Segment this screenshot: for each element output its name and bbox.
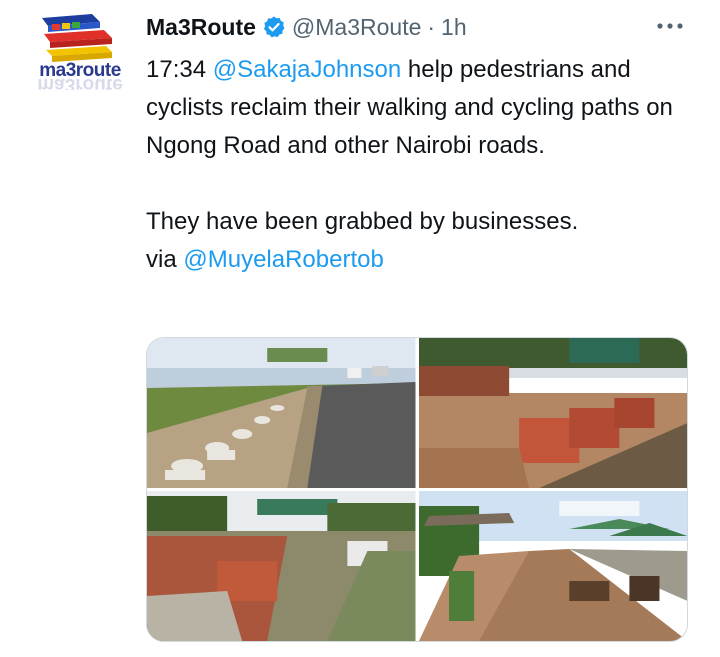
tweet-body-text-2: They have been grabbed by businesses. (146, 208, 579, 235)
header-separator: · (427, 13, 436, 40)
display-name[interactable]: Ma3Route (146, 14, 256, 41)
mention-sakajajohnson[interactable]: @SakajaJohnson (213, 56, 401, 83)
avatar[interactable]: ma3route ma3route (30, 12, 126, 92)
photo-toilets-roadside[interactable] (147, 338, 416, 488)
more-options-icon[interactable] (650, 14, 690, 38)
photo-cafe-tents[interactable] (418, 491, 687, 641)
tweet[interactable]: ma3route ma3route Ma3Route @Ma3Route · 1… (0, 0, 720, 657)
photo-bricks-path[interactable] (147, 491, 416, 641)
tweet-time-prefix: 17:34 (146, 56, 213, 83)
tweet-header: Ma3Route @Ma3Route · 1h (146, 12, 467, 42)
ma3route-logo-icon (42, 14, 112, 62)
tweet-text: 17:34 @SakajaJohnson help pedestrians an… (146, 51, 686, 279)
photo-bricks-sign[interactable] (418, 338, 687, 488)
via-prefix: via (146, 246, 184, 273)
tweet-paragraph-2: They have been grabbed by businesses. via… (146, 203, 686, 279)
mention-muyelarobertob[interactable]: @MuyelaRobertob (183, 246, 383, 273)
user-handle[interactable]: @Ma3Route (292, 14, 421, 41)
tweet-timestamp[interactable]: 1h (441, 14, 467, 41)
tweet-paragraph-1: 17:34 @SakajaJohnson help pedestrians an… (146, 51, 686, 165)
verified-badge-icon (262, 15, 286, 39)
media-grid (146, 337, 688, 642)
avatar-wordmark-reflection: ma3route (37, 78, 123, 90)
